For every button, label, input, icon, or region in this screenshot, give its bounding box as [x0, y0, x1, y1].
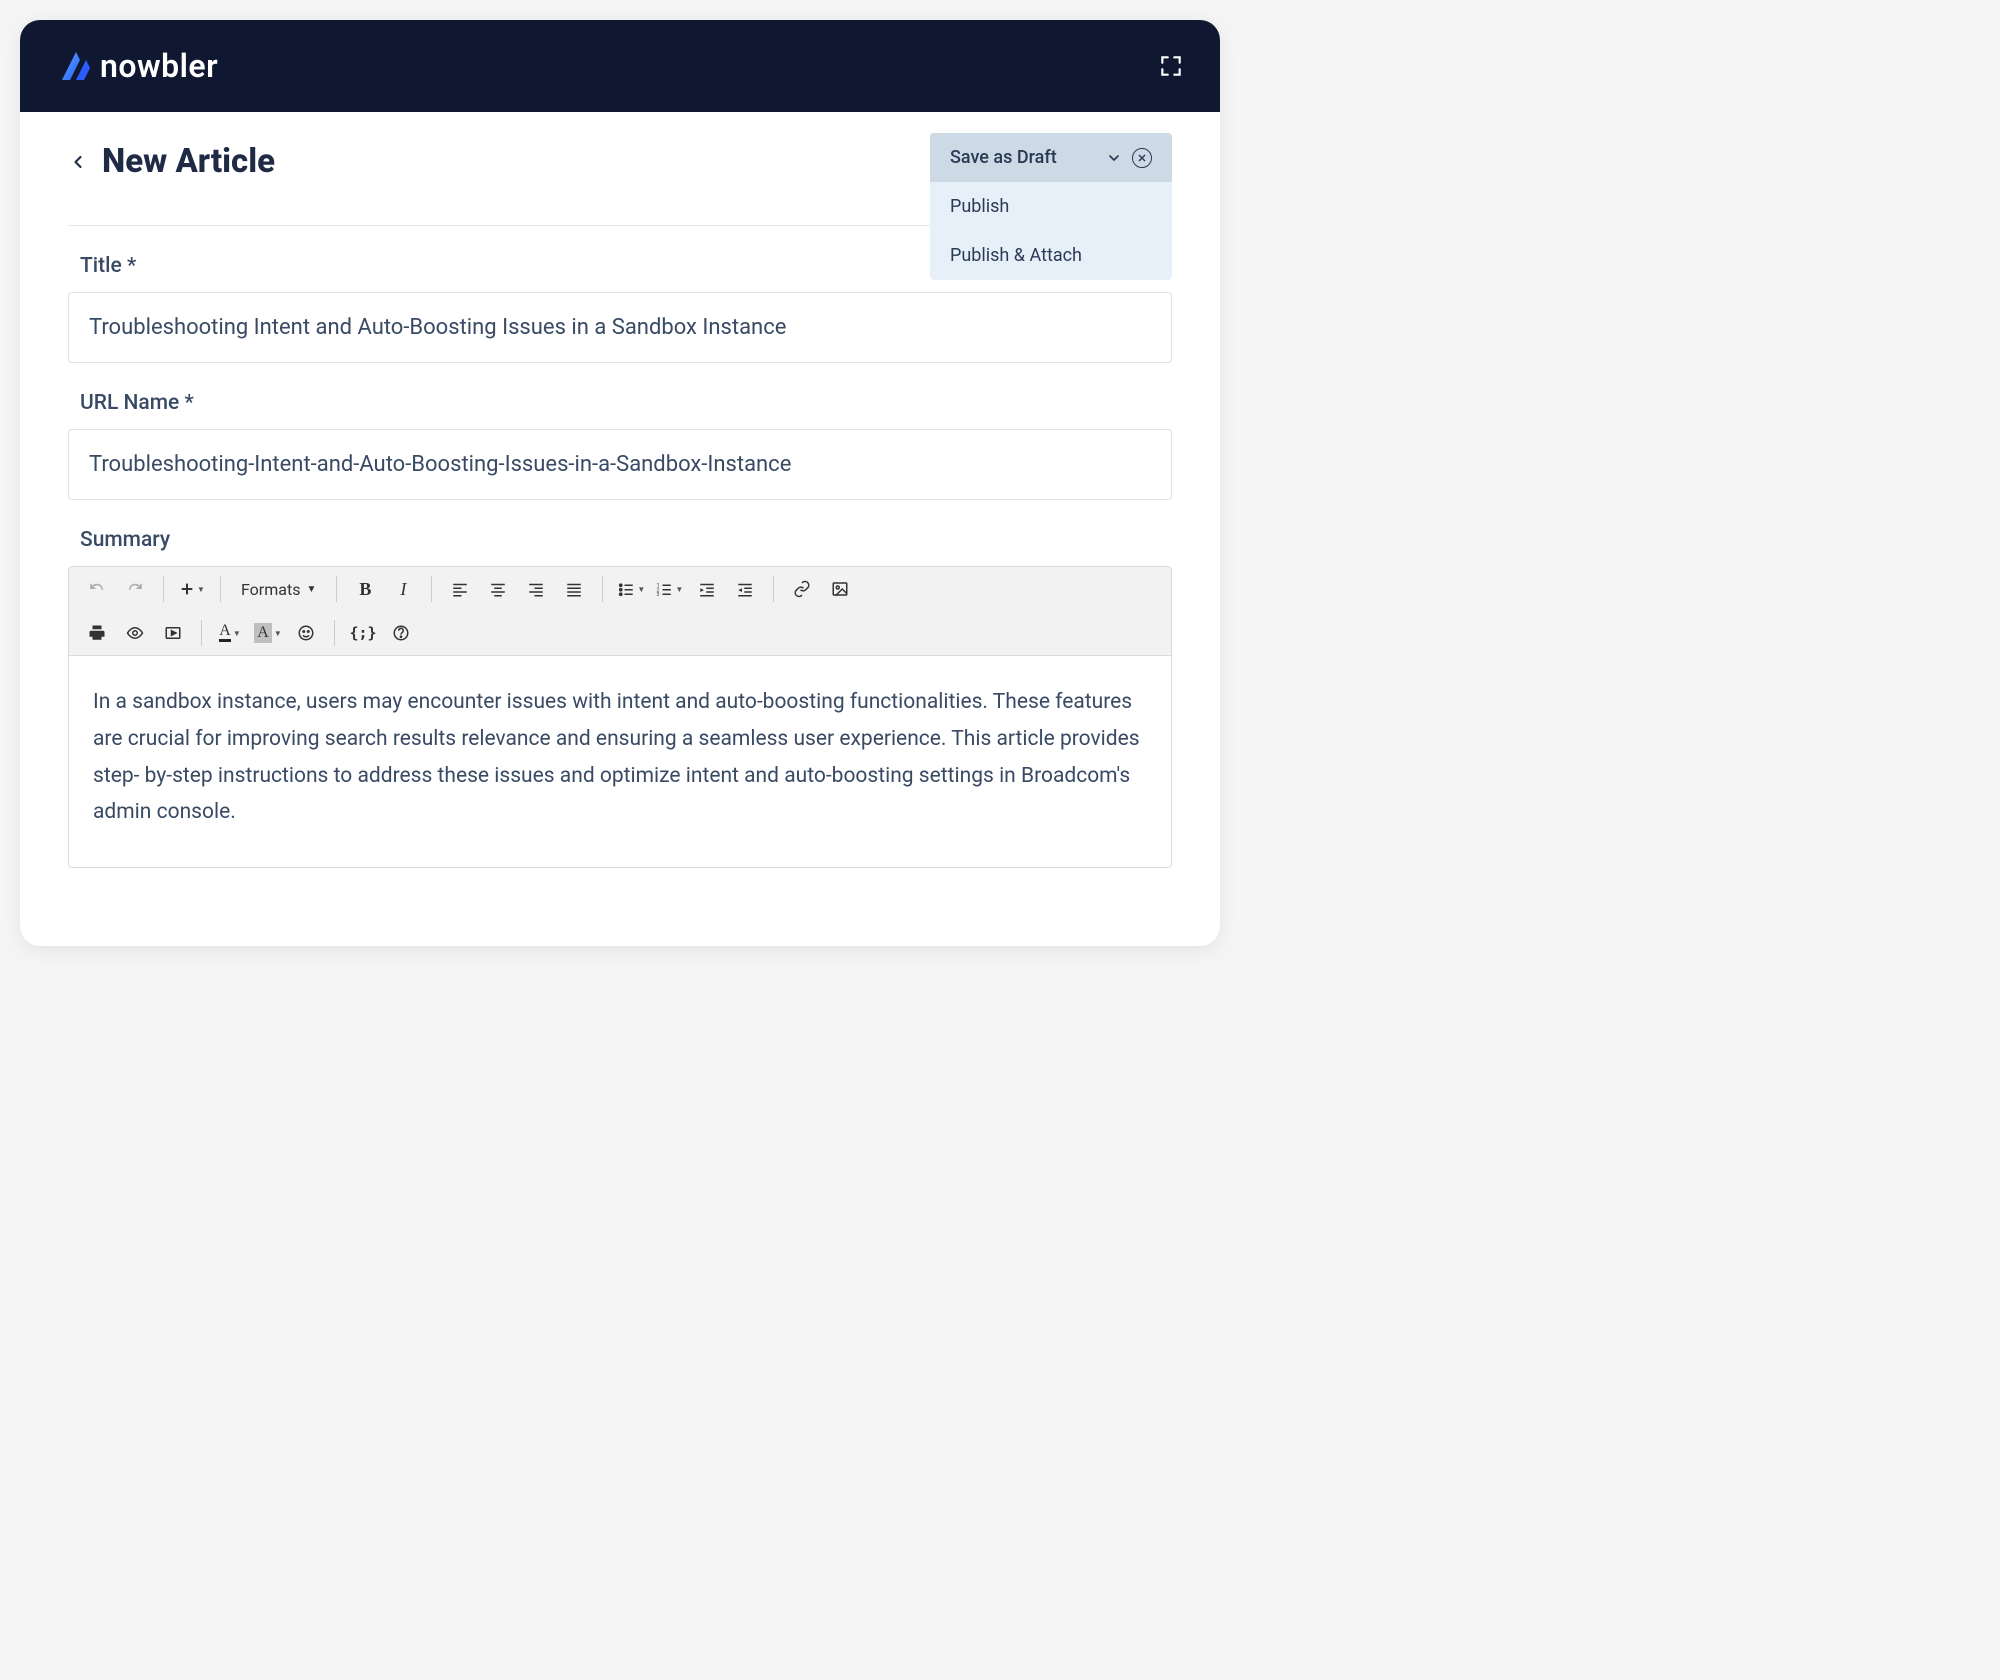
italic-button[interactable]: I: [385, 573, 421, 605]
text-color-button[interactable]: A ▼: [212, 617, 248, 649]
summary-editor-body[interactable]: In a sandbox instance, users may encount…: [69, 656, 1171, 867]
rich-text-editor: ▼ Formats ▼ B I: [68, 566, 1172, 868]
svg-text:3: 3: [657, 592, 660, 598]
brand-name: nowbler: [100, 47, 218, 85]
formats-label: Formats: [241, 580, 300, 599]
toolbar-separator: [602, 576, 603, 602]
highlight-color-button[interactable]: A ▼: [250, 617, 286, 649]
link-button[interactable]: [784, 573, 820, 605]
caret-down-icon: ▼: [306, 584, 316, 595]
caret-down-icon: ▼: [675, 585, 683, 594]
publish-attach-option[interactable]: Publish & Attach: [930, 231, 1172, 280]
chevron-down-icon[interactable]: [1106, 150, 1122, 166]
caret-down-icon: ▼: [637, 585, 645, 594]
title-input[interactable]: [68, 292, 1172, 363]
toolbar-row-2: A ▼ A ▼ {;}: [69, 611, 1171, 655]
toolbar-separator: [201, 620, 202, 646]
app-header: nowbler: [20, 20, 1220, 112]
publish-label: Publish: [950, 196, 1009, 217]
page-title: New Article: [102, 142, 275, 181]
url-name-input[interactable]: [68, 429, 1172, 500]
help-button[interactable]: [383, 617, 419, 649]
print-button[interactable]: [79, 617, 115, 649]
publish-option[interactable]: Publish: [930, 182, 1172, 231]
toolbar-separator: [220, 576, 221, 602]
indent-button[interactable]: [727, 573, 763, 605]
save-dropdown: Save as Draft Publish Publish & Attach: [930, 133, 1172, 280]
logo-mark-icon: [56, 46, 96, 86]
caret-down-icon: ▼: [197, 585, 205, 594]
toolbar-separator: [773, 576, 774, 602]
content-area: Save as Draft Publish Publish & Attach: [20, 112, 1220, 946]
summary-field-block: Summary ▼: [68, 528, 1172, 868]
outdent-button[interactable]: [689, 573, 725, 605]
publish-attach-label: Publish & Attach: [950, 245, 1082, 266]
brand-logo: nowbler: [56, 46, 218, 86]
app-window: nowbler Save as Draft: [20, 20, 1220, 946]
redo-button: [117, 573, 153, 605]
toolbar-separator: [163, 576, 164, 602]
numbered-list-button[interactable]: 123 ▼: [651, 573, 687, 605]
toolbar-row-1: ▼ Formats ▼ B I: [69, 567, 1171, 611]
expand-button[interactable]: [1158, 53, 1184, 79]
media-button[interactable]: [155, 617, 191, 649]
bullet-list-button[interactable]: ▼: [613, 573, 649, 605]
toolbar-separator: [431, 576, 432, 602]
align-center-button[interactable]: [480, 573, 516, 605]
close-icon[interactable]: [1132, 148, 1152, 168]
toolbar-separator: [334, 620, 335, 646]
align-justify-button[interactable]: [556, 573, 592, 605]
summary-label: Summary: [80, 528, 1172, 552]
editor-toolbar: ▼ Formats ▼ B I: [69, 567, 1171, 656]
toolbar-separator: [336, 576, 337, 602]
insert-menu-button[interactable]: ▼: [174, 573, 210, 605]
back-button[interactable]: [68, 148, 88, 176]
emoji-button[interactable]: [288, 617, 324, 649]
preview-button[interactable]: [117, 617, 153, 649]
align-right-button[interactable]: [518, 573, 554, 605]
bold-button[interactable]: B: [347, 573, 383, 605]
url-name-label: URL Name *: [80, 391, 1172, 415]
caret-down-icon: ▼: [274, 629, 282, 638]
url-field-block: URL Name *: [68, 391, 1172, 500]
caret-down-icon: ▼: [233, 629, 241, 638]
image-button[interactable]: [822, 573, 858, 605]
save-as-draft-label: Save as Draft: [950, 147, 1106, 168]
undo-button: [79, 573, 115, 605]
code-button[interactable]: {;}: [345, 617, 381, 649]
formats-dropdown[interactable]: Formats ▼: [231, 573, 326, 605]
align-left-button[interactable]: [442, 573, 478, 605]
save-as-draft-button[interactable]: Save as Draft: [930, 133, 1172, 182]
